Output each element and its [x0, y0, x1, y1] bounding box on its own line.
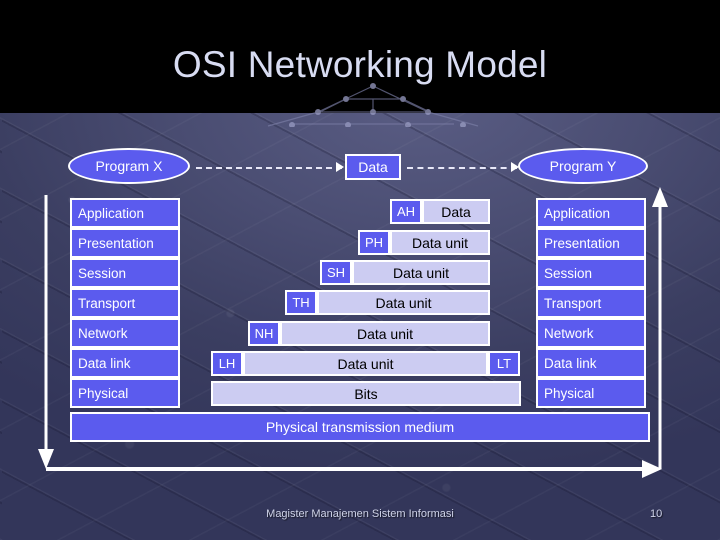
lattice-decoration	[258, 82, 488, 127]
page-number: 10	[650, 508, 663, 520]
program-x-label: Program X	[95, 158, 163, 174]
bottom-arrow-right	[46, 460, 662, 478]
program-x-node[interactable]: Program X	[68, 148, 190, 184]
encapsulation-flow-arrows	[30, 185, 690, 485]
program-y-node[interactable]: Program Y	[518, 148, 648, 184]
program-y-label: Program Y	[549, 158, 617, 174]
slide-canvas: OSI Networking Model Program X Data Prog…	[0, 0, 720, 540]
connector-left-dashed	[196, 167, 342, 169]
footer-text: Magister Manajemen Sistem Informasi	[266, 508, 454, 520]
data-box-top-label: Data	[358, 159, 388, 175]
connector-left-arrowhead	[336, 162, 344, 172]
down-arrow-left	[38, 195, 54, 469]
page-title: OSI Networking Model	[172, 44, 548, 85]
data-box-top[interactable]: Data	[345, 154, 401, 180]
connector-right-dashed	[407, 167, 517, 169]
up-arrow-right	[652, 187, 668, 469]
